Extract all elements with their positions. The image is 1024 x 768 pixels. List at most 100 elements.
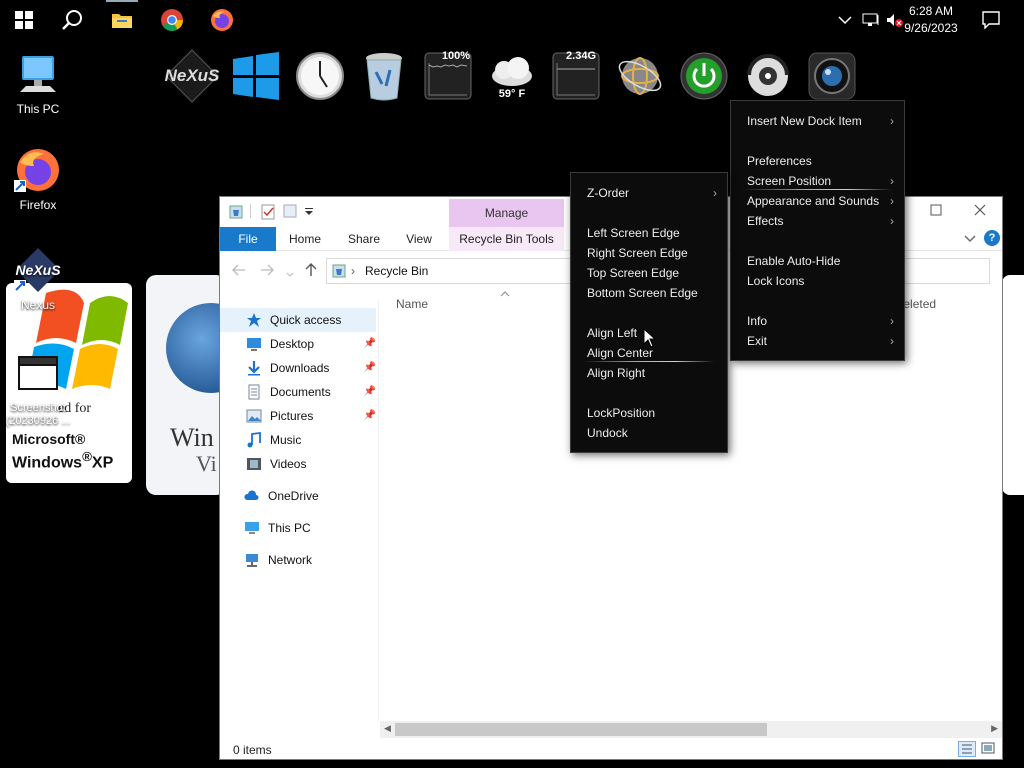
- dock-item-nexus[interactable]: NeXuS: [160, 44, 224, 108]
- menu-item-appearance-and-sounds[interactable]: Appearance and Sounds ›: [731, 191, 904, 211]
- menu-item-bottom-screen-edge[interactable]: Bottom Screen Edge: [571, 283, 727, 303]
- menu-item-label: Right Screen Edge: [587, 246, 688, 260]
- nav-label: OneDrive: [268, 489, 319, 503]
- customize-toolbar-icon[interactable]: [304, 208, 314, 216]
- pane-divider[interactable]: [378, 301, 379, 721]
- recent-locations-button[interactable]: [286, 265, 294, 283]
- nav-quick-access[interactable]: Quick access: [220, 308, 376, 332]
- dock-item-camera[interactable]: [800, 44, 864, 108]
- desktop-icon-this-pc[interactable]: This PC: [0, 50, 76, 116]
- music-note-icon: [247, 432, 261, 448]
- file-explorer-taskbar-button[interactable]: [98, 0, 146, 40]
- scroll-right-arrow-icon[interactable]: ▶: [991, 723, 998, 734]
- desktop-icon-nexus[interactable]: NeXuS Nexus: [0, 246, 76, 312]
- menu-item-insert-new-dock-item[interactable]: Insert New Dock Item ›: [731, 111, 904, 131]
- column-header-name[interactable]: Name: [396, 291, 510, 311]
- help-icon: ?: [988, 232, 996, 244]
- taskbar-clock[interactable]: 6:28 AM 9/26/2023: [896, 3, 966, 37]
- dock-item-ram-meter[interactable]: 2.34G: [544, 44, 608, 108]
- nav-network[interactable]: Network: [244, 548, 374, 572]
- menu-item-exit[interactable]: Exit ›: [731, 331, 904, 351]
- dock-item-cpu-meter[interactable]: 100%: [416, 44, 480, 108]
- nav-desktop[interactable]: Desktop 📌: [246, 332, 376, 356]
- scroll-left-arrow-icon[interactable]: ◀: [384, 723, 391, 734]
- menu-item-preferences[interactable]: Preferences: [731, 151, 904, 171]
- menu-item-enable-auto-hide[interactable]: Enable Auto-Hide: [731, 251, 904, 271]
- tab-share[interactable]: Share: [342, 227, 386, 251]
- close-button[interactable]: [974, 203, 988, 217]
- chrome-taskbar-button[interactable]: [148, 0, 196, 40]
- menu-item-align-right[interactable]: Align Right: [571, 363, 727, 383]
- dock-item-network[interactable]: [608, 44, 672, 108]
- windows-vista-logo-background: Win Vi: [146, 275, 226, 495]
- nav-onedrive[interactable]: OneDrive: [244, 484, 374, 508]
- forward-button[interactable]: [260, 263, 274, 281]
- menu-item-label: Align Left: [587, 326, 638, 340]
- submenu-arrow-icon: ›: [713, 186, 717, 200]
- tab-home[interactable]: Home: [282, 227, 328, 251]
- menu-item-right-screen-edge[interactable]: Right Screen Edge: [571, 243, 727, 263]
- dock-item-weather[interactable]: 59° F: [480, 44, 544, 108]
- up-button[interactable]: [305, 263, 317, 282]
- cpu-meter-value: 100%: [441, 50, 470, 62]
- dock-item-recycle-bin[interactable]: [352, 44, 416, 108]
- dock-item-clock[interactable]: [288, 44, 352, 108]
- nav-documents[interactable]: Documents 📌: [246, 380, 376, 404]
- horizontal-scrollbar[interactable]: ◀ ▶: [380, 721, 1002, 738]
- menu-item-lock-position[interactable]: LockPosition: [571, 403, 727, 423]
- pin-icon: 📌: [363, 362, 376, 373]
- menu-item-left-screen-edge[interactable]: Left Screen Edge: [571, 223, 727, 243]
- screen-position-submenu: Z-Order › Left Screen Edge Right Screen E…: [570, 172, 728, 453]
- firefox-icon: [211, 9, 233, 31]
- menu-item-top-screen-edge[interactable]: Top Screen Edge: [571, 263, 727, 283]
- maximize-button[interactable]: [930, 203, 944, 217]
- download-arrow-icon: [248, 361, 260, 376]
- show-hidden-icons-button[interactable]: [838, 0, 852, 40]
- tab-view[interactable]: View: [400, 227, 438, 251]
- network-tray-icon[interactable]: [862, 0, 880, 40]
- details-view-button[interactable]: [958, 741, 976, 757]
- menu-item-undock[interactable]: Undock: [571, 423, 727, 443]
- large-icons-view-button[interactable]: [980, 741, 998, 757]
- ribbon-expand-button[interactable]: [964, 232, 976, 246]
- nav-this-pc[interactable]: This PC: [244, 516, 374, 540]
- mouse-cursor-icon: [643, 328, 657, 348]
- tab-recycle-bin-tools[interactable]: Recycle Bin Tools: [449, 227, 564, 251]
- search-button[interactable]: [48, 0, 96, 40]
- network-icon: [246, 554, 258, 567]
- dock-item-media[interactable]: [736, 44, 800, 108]
- recycle-bin-icon: [366, 53, 402, 101]
- new-folder-icon[interactable]: [283, 204, 297, 218]
- nav-music[interactable]: Music: [246, 428, 374, 452]
- notification-icon: [982, 11, 1000, 29]
- action-center-button[interactable]: [982, 0, 1000, 40]
- nav-pictures[interactable]: Pictures 📌: [246, 404, 376, 428]
- breadcrumb-separator: ›: [351, 264, 355, 278]
- menu-item-label: Align Right: [587, 366, 646, 380]
- address-field[interactable]: › Recycle Bin: [326, 258, 576, 284]
- dock-item-start[interactable]: [224, 44, 288, 108]
- desktop-icon-firefox[interactable]: Firefox: [0, 146, 76, 212]
- properties-icon[interactable]: [261, 204, 275, 220]
- dock-item-power[interactable]: [672, 44, 736, 108]
- menu-item-screen-position[interactable]: Screen Position ›: [731, 171, 904, 191]
- menu-item-lock-icons[interactable]: Lock Icons: [731, 271, 904, 291]
- nav-videos[interactable]: Videos: [246, 452, 374, 476]
- menu-item-z-order[interactable]: Z-Order ›: [571, 183, 727, 203]
- firefox-taskbar-button[interactable]: [198, 0, 246, 40]
- tab-file[interactable]: File: [220, 227, 276, 251]
- desktop-icon-label: Firefox: [19, 198, 57, 212]
- menu-item-info[interactable]: Info ›: [731, 311, 904, 331]
- nav-downloads[interactable]: Downloads 📌: [246, 356, 376, 380]
- menu-item-effects[interactable]: Effects ›: [731, 211, 904, 231]
- search-icon: [62, 10, 82, 30]
- chevron-up-icon: [838, 16, 852, 25]
- chevron-down-icon: [964, 235, 976, 242]
- scrollbar-thumb[interactable]: [395, 723, 767, 736]
- xp-microsoft-text: Microsoft®: [12, 431, 86, 447]
- start-button[interactable]: [0, 0, 48, 40]
- desktop-icon-screenshot[interactable]: Screenshot (20230926 ...: [0, 350, 76, 428]
- help-button[interactable]: ?: [984, 230, 1000, 246]
- breadcrumb-recycle-bin[interactable]: Recycle Bin: [365, 259, 428, 283]
- back-button[interactable]: [232, 263, 246, 281]
